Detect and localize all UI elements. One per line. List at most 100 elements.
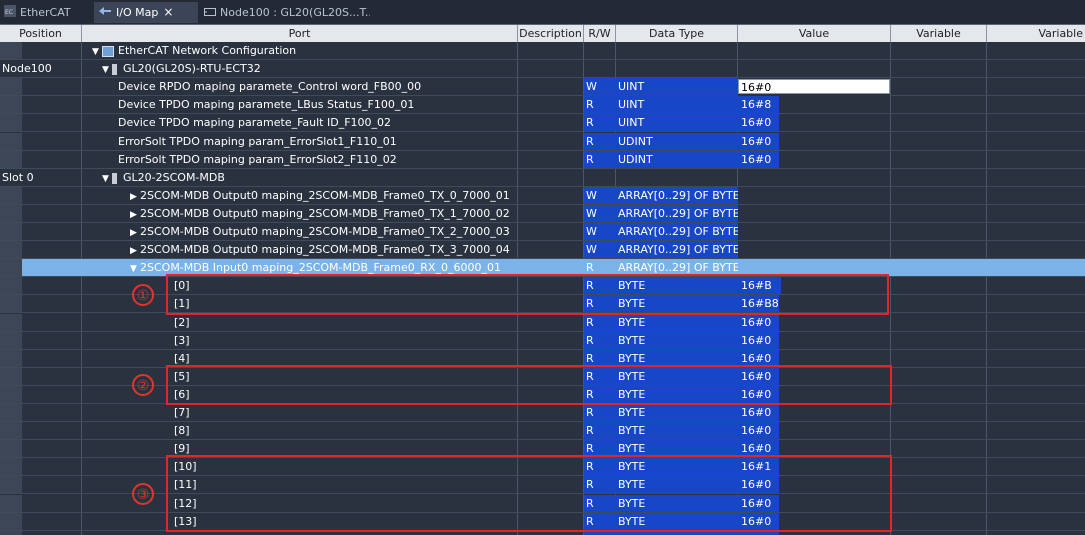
- collapse-icon[interactable]: ▼: [130, 260, 140, 276]
- variable-cell[interactable]: [891, 350, 987, 368]
- value-cell[interactable]: [738, 259, 891, 277]
- table-row[interactable]: [1] R BYTE 16#B8: [0, 295, 1085, 313]
- variable-cell[interactable]: [891, 133, 987, 151]
- variable-cell[interactable]: [891, 259, 987, 277]
- value-cell[interactable]: [738, 169, 891, 187]
- table-row[interactable]: [7] R BYTE 16#0: [0, 404, 1085, 422]
- table-row[interactable]: [12] R BYTE 16#0: [0, 495, 1085, 513]
- tab-node100[interactable]: Node100 : GL20(GL20S...T...: [200, 2, 370, 23]
- variable-cell-2[interactable]: [987, 476, 1085, 494]
- table-row[interactable]: [10] R BYTE 16#1: [0, 458, 1085, 476]
- table-row[interactable]: [2] R BYTE 16#0: [0, 314, 1085, 332]
- variable-cell[interactable]: [891, 404, 987, 422]
- variable-cell-2[interactable]: [987, 169, 1085, 187]
- value-cell[interactable]: 16#B8: [738, 295, 891, 313]
- variable-cell-2[interactable]: [987, 96, 1085, 114]
- header-data-type[interactable]: Data Type: [616, 25, 738, 42]
- table-row[interactable]: Device TPDO maping paramete_Fault ID_F10…: [0, 114, 1085, 132]
- table-row[interactable]: Node100 ▼ GL20(GL20S)-RTU-ECT32: [0, 60, 1085, 78]
- expand-icon[interactable]: ▶: [130, 206, 140, 222]
- variable-cell[interactable]: [891, 42, 987, 60]
- variable-cell-2[interactable]: [987, 241, 1085, 259]
- value-cell[interactable]: 16#0: [738, 114, 891, 132]
- table-row[interactable]: ▼ 2SCOM-MDB Input0 maping_2SCOM-MDB_Frame…: [0, 259, 1085, 277]
- collapse-icon[interactable]: ▼: [102, 61, 112, 77]
- value-cell[interactable]: [738, 60, 891, 78]
- value-cell[interactable]: [738, 205, 891, 223]
- expand-icon[interactable]: ▶: [130, 224, 140, 240]
- expand-icon[interactable]: ▶: [130, 242, 140, 258]
- header-port[interactable]: Port: [82, 25, 518, 42]
- table-row[interactable]: [9] R BYTE 16#0: [0, 440, 1085, 458]
- variable-cell-2[interactable]: [987, 350, 1085, 368]
- value-cell[interactable]: 16#0: [738, 531, 891, 535]
- variable-cell-2[interactable]: [987, 277, 1085, 295]
- value-cell[interactable]: 16#0: [738, 314, 891, 332]
- table-row[interactable]: [6] R BYTE 16#0: [0, 386, 1085, 404]
- variable-cell[interactable]: [891, 531, 987, 535]
- variable-cell-2[interactable]: [987, 187, 1085, 205]
- variable-cell-2[interactable]: [987, 495, 1085, 513]
- variable-cell-2[interactable]: [987, 458, 1085, 476]
- value-cell[interactable]: 16#0: [738, 422, 891, 440]
- variable-cell[interactable]: [891, 368, 987, 386]
- value-cell[interactable]: 16#0: [738, 386, 891, 404]
- header-rw[interactable]: R/W: [584, 25, 616, 42]
- table-row[interactable]: [14] RBYTE16#0: [0, 531, 1085, 535]
- variable-cell[interactable]: [891, 440, 987, 458]
- variable-cell[interactable]: [891, 513, 987, 531]
- table-row[interactable]: ▶ 2SCOM-MDB Output0 maping_2SCOM-MDB_Fram…: [0, 205, 1085, 223]
- value-cell[interactable]: [738, 187, 891, 205]
- value-cell[interactable]: [738, 42, 891, 60]
- variable-cell-2[interactable]: [987, 404, 1085, 422]
- value-cell[interactable]: 16#0: [738, 332, 891, 350]
- variable-cell[interactable]: [891, 223, 987, 241]
- value-cell[interactable]: 16#0: [738, 151, 891, 169]
- variable-cell[interactable]: [891, 151, 987, 169]
- variable-cell-2[interactable]: [987, 422, 1085, 440]
- expand-icon[interactable]: ▶: [130, 188, 140, 204]
- value-cell[interactable]: [738, 241, 891, 259]
- value-cell[interactable]: 16#0: [738, 350, 891, 368]
- value-cell[interactable]: 16#8: [738, 96, 891, 114]
- variable-cell[interactable]: [891, 277, 987, 295]
- value-cell[interactable]: [738, 223, 891, 241]
- variable-cell-2[interactable]: [987, 259, 1085, 277]
- variable-cell-2[interactable]: [987, 314, 1085, 332]
- table-row[interactable]: ErrorSolt TPDO maping param_ErrorSlot1_F…: [0, 133, 1085, 151]
- variable-cell-2[interactable]: [987, 386, 1085, 404]
- variable-cell[interactable]: [891, 241, 987, 259]
- variable-cell[interactable]: [891, 458, 987, 476]
- variable-cell-2[interactable]: [987, 440, 1085, 458]
- table-row[interactable]: [11] R BYTE 16#0: [0, 476, 1085, 494]
- value-cell[interactable]: 16#0: [738, 513, 891, 531]
- value-cell[interactable]: 16#B: [738, 277, 891, 295]
- variable-cell-2[interactable]: [987, 42, 1085, 60]
- variable-cell-2[interactable]: [987, 151, 1085, 169]
- table-row[interactable]: Slot 0 ▼ GL20-2SCOM-MDB: [0, 169, 1085, 187]
- variable-cell[interactable]: [891, 476, 987, 494]
- table-row[interactable]: [4] R BYTE 16#0: [0, 350, 1085, 368]
- table-row[interactable]: [3] R BYTE 16#0: [0, 332, 1085, 350]
- variable-cell[interactable]: [891, 332, 987, 350]
- header-variable[interactable]: Variable: [891, 25, 987, 42]
- variable-cell-2[interactable]: [987, 78, 1085, 96]
- variable-cell[interactable]: [891, 114, 987, 132]
- table-row[interactable]: ErrorSolt TPDO maping param_ErrorSlot2_F…: [0, 151, 1085, 169]
- value-input[interactable]: 16#0: [738, 79, 890, 94]
- variable-cell[interactable]: [891, 386, 987, 404]
- close-icon[interactable]: ×: [163, 5, 173, 19]
- variable-cell[interactable]: [891, 314, 987, 332]
- table-row[interactable]: [0] R BYTE 16#B: [0, 277, 1085, 295]
- variable-cell[interactable]: [891, 422, 987, 440]
- variable-cell[interactable]: [891, 96, 987, 114]
- variable-cell-2[interactable]: [987, 223, 1085, 241]
- variable-cell[interactable]: [891, 60, 987, 78]
- table-row[interactable]: ▶ 2SCOM-MDB Output0 maping_2SCOM-MDB_Fram…: [0, 241, 1085, 259]
- table-row[interactable]: [8] R BYTE 16#0: [0, 422, 1085, 440]
- variable-cell-2[interactable]: [987, 205, 1085, 223]
- header-value[interactable]: Value: [738, 25, 891, 42]
- variable-cell-2[interactable]: [987, 531, 1085, 535]
- variable-cell[interactable]: [891, 78, 987, 96]
- variable-cell-2[interactable]: [987, 513, 1085, 531]
